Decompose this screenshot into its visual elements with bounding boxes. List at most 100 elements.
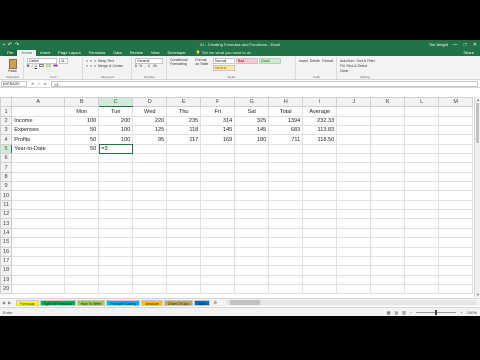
row-header[interactable]: 6 xyxy=(0,153,13,164)
sheet-tab[interactable]: Formulas xyxy=(16,299,39,306)
cell-h17[interactable] xyxy=(268,255,304,267)
cell-b18[interactable] xyxy=(64,265,100,276)
cell-m19[interactable] xyxy=(438,274,474,285)
horizontal-scroll-thumb[interactable] xyxy=(230,300,261,305)
cell-j18[interactable] xyxy=(336,265,372,276)
align-center-icon[interactable]: ≡ xyxy=(90,64,92,68)
cell-c19[interactable] xyxy=(98,274,134,285)
cell-j8[interactable] xyxy=(336,171,372,183)
cell-e16[interactable] xyxy=(166,246,202,257)
cell-h5[interactable] xyxy=(268,143,304,155)
cell-g20[interactable] xyxy=(234,283,270,295)
cell-h9[interactable] xyxy=(268,181,304,192)
cell-f12[interactable] xyxy=(200,209,236,220)
cell-b20[interactable] xyxy=(64,283,100,295)
row-header[interactable]: 11 xyxy=(0,199,13,211)
next-sheet-icon[interactable]: ▶ xyxy=(8,300,11,305)
cell-f1[interactable]: Fri xyxy=(200,106,236,117)
cell-k9[interactable] xyxy=(370,181,406,192)
cell-f6[interactable] xyxy=(200,153,236,164)
cell-f16[interactable] xyxy=(200,246,236,257)
cell-b1[interactable]: Mon xyxy=(64,106,100,117)
cell-e19[interactable] xyxy=(166,274,202,285)
row-header[interactable]: 1 xyxy=(0,106,13,117)
sheet-tab[interactable]: Joins xyxy=(193,299,211,306)
cell-b3[interactable]: 50 xyxy=(64,125,100,136)
align-top-icon[interactable]: ≡ xyxy=(86,59,88,63)
increase-decimal-icon[interactable]: .0 xyxy=(147,64,150,68)
style-good[interactable]: Good xyxy=(259,58,282,64)
cell-h7[interactable] xyxy=(268,162,304,173)
cell-m13[interactable] xyxy=(438,218,474,229)
cell-d9[interactable] xyxy=(132,181,168,192)
cell-m12[interactable] xyxy=(438,209,474,220)
cell-l15[interactable] xyxy=(404,237,440,248)
scroll-up-icon[interactable]: ▲ xyxy=(475,97,480,102)
cell-m2[interactable] xyxy=(438,115,474,127)
cell-b8[interactable] xyxy=(64,171,100,183)
align-bottom-icon[interactable]: ≡ xyxy=(94,59,96,63)
cell-a16[interactable] xyxy=(11,246,66,257)
cell-k11[interactable] xyxy=(370,199,406,211)
conditional-formatting-button[interactable]: Conditional Formatting xyxy=(170,58,193,66)
font-color-icon[interactable] xyxy=(53,64,59,67)
cell-d16[interactable] xyxy=(132,246,168,257)
row-header[interactable]: 17 xyxy=(0,255,13,267)
cell-a14[interactable] xyxy=(11,227,66,239)
paste-button[interactable]: Paste xyxy=(4,69,21,73)
cell-d3[interactable]: 125 xyxy=(132,125,168,136)
row-header[interactable]: 3 xyxy=(0,125,13,136)
cell-g6[interactable] xyxy=(234,153,270,164)
minimize-button[interactable]: — xyxy=(453,42,458,48)
cell-g2[interactable]: 325 xyxy=(234,115,270,127)
cell-k18[interactable] xyxy=(370,265,406,276)
align-left-icon[interactable]: ≡ xyxy=(86,64,88,68)
cell-f10[interactable] xyxy=(200,190,236,201)
cell-d10[interactable] xyxy=(132,190,168,201)
cell-k13[interactable] xyxy=(370,218,406,229)
percent-icon[interactable]: % xyxy=(139,64,142,68)
cell-j17[interactable] xyxy=(336,255,372,267)
cell-l5[interactable] xyxy=(404,143,440,155)
page-layout-view-icon[interactable]: ▤ xyxy=(395,310,399,315)
cell-d20[interactable] xyxy=(132,283,168,295)
cell-b12[interactable] xyxy=(64,209,100,220)
cell-m3[interactable] xyxy=(438,125,474,136)
vertical-scrollbar[interactable]: ▲ ▼ xyxy=(474,97,480,297)
cell-m8[interactable] xyxy=(438,171,474,183)
cell-l8[interactable] xyxy=(404,171,440,183)
zoom-out-icon[interactable]: − xyxy=(410,310,412,315)
cell-c11[interactable] xyxy=(98,199,134,211)
cell-f7[interactable] xyxy=(200,162,236,173)
style-neutral[interactable]: Neutral xyxy=(213,65,236,71)
cell-j3[interactable] xyxy=(336,125,372,136)
cell-l7[interactable] xyxy=(404,162,440,173)
cell-e9[interactable] xyxy=(166,181,202,192)
cell-i9[interactable] xyxy=(302,181,338,192)
cell-h10[interactable] xyxy=(268,190,304,201)
close-button[interactable]: ✕ xyxy=(473,42,477,48)
cell-a7[interactable] xyxy=(11,162,66,173)
sort-filter-button[interactable]: Sort & Filter xyxy=(356,59,374,63)
cell-d15[interactable] xyxy=(132,237,168,248)
cell-a19[interactable] xyxy=(11,274,66,285)
cell-b15[interactable] xyxy=(64,237,100,248)
cell-l11[interactable] xyxy=(404,199,440,211)
wrap-text-button[interactable]: Wrap Text xyxy=(98,59,114,63)
cell-f15[interactable] xyxy=(200,237,236,248)
cell-g15[interactable] xyxy=(234,237,270,248)
cell-d7[interactable] xyxy=(132,162,168,173)
cell-j4[interactable] xyxy=(336,134,372,145)
cell-i5[interactable] xyxy=(302,143,338,155)
borders-icon[interactable] xyxy=(39,64,45,67)
cell-c6[interactable] xyxy=(98,153,134,164)
sheet-tab[interactable]: Principle Calcing xyxy=(106,299,141,306)
cell-m10[interactable] xyxy=(438,190,474,201)
row-header[interactable]: 4 xyxy=(0,134,13,145)
cell-c7[interactable] xyxy=(98,162,134,173)
insert-function-icon[interactable]: fx xyxy=(44,81,47,86)
cell-j13[interactable] xyxy=(336,218,372,229)
cell-d6[interactable] xyxy=(132,153,168,164)
cell-e4[interactable]: 117 xyxy=(166,134,202,145)
column-header[interactable]: E xyxy=(166,97,202,108)
